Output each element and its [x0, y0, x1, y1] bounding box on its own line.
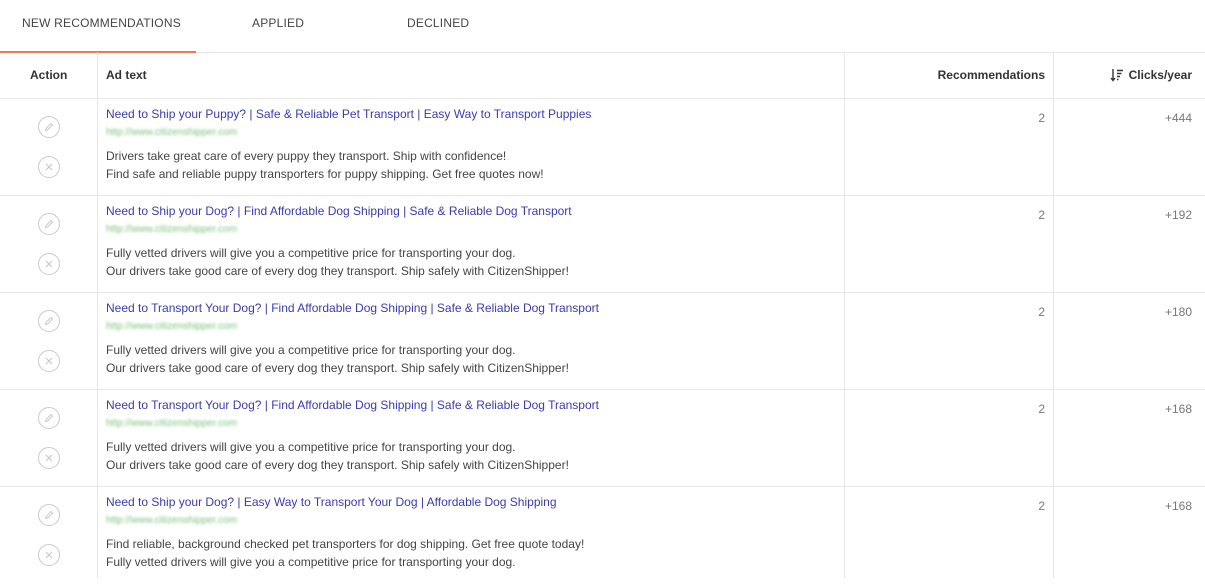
- decline-button[interactable]: [38, 350, 60, 372]
- recommendations-count: 2: [1038, 499, 1045, 513]
- sort-desc-icon[interactable]: [1110, 68, 1124, 82]
- pencil-icon: [44, 122, 54, 132]
- table-row: Need to Transport Your Dog? | Find Affor…: [0, 390, 1205, 487]
- recommendations-count: 2: [1038, 111, 1045, 125]
- edit-button[interactable]: [38, 407, 60, 429]
- column-header-ad-text: Ad text: [106, 68, 147, 82]
- clicks-per-year: +192: [1164, 208, 1192, 222]
- clicks-per-year: +444: [1164, 111, 1192, 125]
- table-row: Need to Transport Your Dog? | Find Affor…: [0, 293, 1205, 390]
- close-icon: [45, 454, 53, 462]
- pencil-icon: [44, 316, 54, 326]
- ad-description-line-2: Our drivers take good care of every dog …: [106, 458, 569, 472]
- clicks-per-year: +180: [1164, 305, 1192, 319]
- tab-new-recommendations[interactable]: NEW RECOMMENDATIONS: [0, 0, 196, 53]
- pencil-icon: [44, 510, 54, 520]
- table-row: Need to Ship your Puppy? | Safe & Reliab…: [0, 99, 1205, 196]
- pencil-icon: [44, 413, 54, 423]
- tab-applied[interactable]: APPLIED: [252, 0, 304, 51]
- recommendations-count: 2: [1038, 305, 1045, 319]
- decline-button[interactable]: [38, 544, 60, 566]
- ad-display-url: http://www.citizenshipper.com: [106, 418, 238, 429]
- clicks-per-year: +168: [1164, 402, 1192, 416]
- ad-description-line-1: Fully vetted drivers will give you a com…: [106, 343, 516, 357]
- ad-headline[interactable]: Need to Ship your Dog? | Find Affordable…: [106, 204, 572, 218]
- edit-button[interactable]: [38, 116, 60, 138]
- column-header-action: Action: [30, 68, 68, 82]
- edit-button[interactable]: [38, 213, 60, 235]
- ad-description-line-2: Our drivers take good care of every dog …: [106, 361, 569, 375]
- pencil-icon: [44, 219, 54, 229]
- close-icon: [45, 260, 53, 268]
- close-icon: [45, 163, 53, 171]
- decline-button[interactable]: [38, 156, 60, 178]
- decline-button[interactable]: [38, 253, 60, 275]
- tab-bar: NEW RECOMMENDATIONS APPLIED DECLINED: [0, 0, 1205, 53]
- ad-headline[interactable]: Need to Transport Your Dog? | Find Affor…: [106, 398, 599, 412]
- tab-applied-label: APPLIED: [252, 16, 305, 30]
- ad-description-line-2: Our drivers take good care of every dog …: [106, 264, 569, 278]
- column-header-clicks-label: Clicks/year: [1128, 68, 1192, 82]
- column-header-clicks[interactable]: Clicks/year: [1110, 52, 1192, 98]
- ad-description-line-2: Fully vetted drivers will give you a com…: [106, 555, 516, 569]
- recommendations-count: 2: [1038, 208, 1045, 222]
- table-row: Need to Ship your Dog? | Find Affordable…: [0, 196, 1205, 293]
- ad-display-url: http://www.citizenshipper.com: [106, 127, 238, 138]
- close-icon: [45, 357, 53, 365]
- edit-button[interactable]: [38, 310, 60, 332]
- tab-new-recommendations-label: NEW RECOMMENDATIONS: [22, 16, 181, 30]
- ad-display-url: http://www.citizenshipper.com: [106, 224, 238, 235]
- ad-description-line-1: Drivers take great care of every puppy t…: [106, 149, 507, 163]
- edit-button[interactable]: [38, 504, 60, 526]
- ad-description-line-1: Fully vetted drivers will give you a com…: [106, 440, 516, 454]
- clicks-per-year: +168: [1164, 499, 1192, 513]
- ad-description-line-1: Find reliable, background checked pet tr…: [106, 537, 585, 551]
- close-icon: [45, 551, 53, 559]
- ad-description-line-2: Find safe and reliable puppy transporter…: [106, 167, 544, 181]
- ad-display-url: http://www.citizenshipper.com: [106, 321, 238, 332]
- ad-headline[interactable]: Need to Ship your Puppy? | Safe & Reliab…: [106, 107, 591, 121]
- table-row: Need to Ship your Dog? | Easy Way to Tra…: [0, 487, 1205, 584]
- ad-headline[interactable]: Need to Ship your Dog? | Easy Way to Tra…: [106, 495, 557, 509]
- ad-headline[interactable]: Need to Transport Your Dog? | Find Affor…: [106, 301, 599, 315]
- tab-declined[interactable]: DECLINED: [407, 0, 469, 51]
- decline-button[interactable]: [38, 447, 60, 469]
- recommendations-count: 2: [1038, 402, 1045, 416]
- column-header-recommendations[interactable]: Recommendations: [938, 52, 1045, 98]
- ad-description-line-1: Fully vetted drivers will give you a com…: [106, 246, 516, 260]
- tab-declined-label: DECLINED: [407, 16, 470, 30]
- ad-display-url: http://www.citizenshipper.com: [106, 515, 238, 526]
